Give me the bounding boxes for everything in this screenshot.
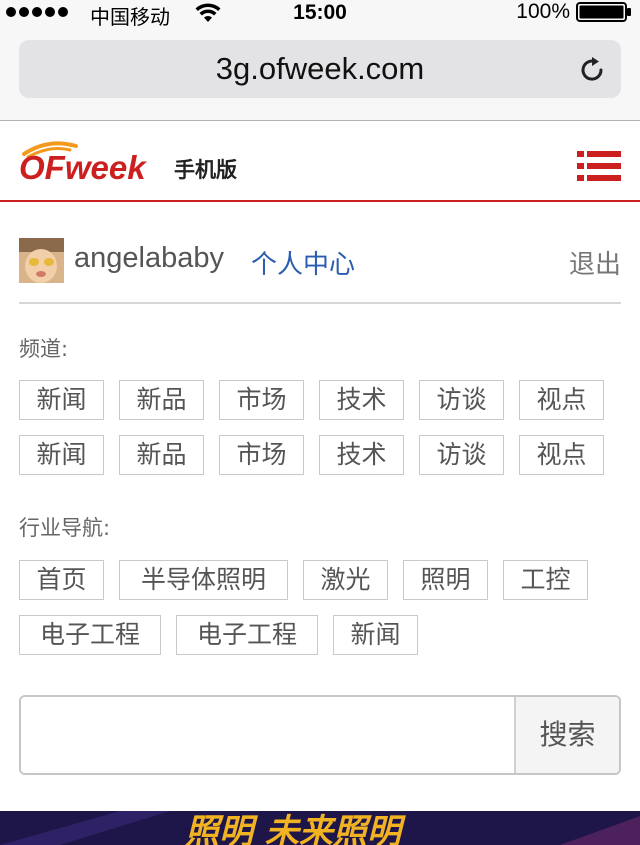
industry-tag[interactable]: 激光	[303, 560, 388, 600]
banner-graphic: 照明 未来照明	[0, 811, 640, 845]
promo-banner[interactable]: 照明 未来照明	[0, 811, 640, 845]
channel-tag[interactable]: 访谈	[419, 435, 504, 475]
profile-link[interactable]: 个人中心	[251, 244, 355, 281]
battery-percent: 100%	[516, 0, 570, 23]
channels-label: 频道:	[19, 337, 69, 361]
industry-tag[interactable]: 工控	[503, 560, 588, 600]
reload-icon[interactable]	[577, 55, 607, 85]
industry-tag[interactable]: 首页	[19, 560, 104, 600]
svg-text:OFweek: OFweek	[19, 149, 147, 184]
industry-tag[interactable]: 照明	[403, 560, 488, 600]
search-input[interactable]	[21, 697, 514, 773]
svg-text:照明 未来照明: 照明 未来照明	[185, 812, 407, 845]
channel-tag[interactable]: 市场	[219, 435, 304, 475]
browser-toolbar: 3g.ofweek.com	[0, 26, 640, 121]
industry-nav-label: 行业导航:	[19, 516, 111, 540]
battery-icon	[576, 2, 631, 22]
channel-tag[interactable]: 新闻	[19, 380, 104, 420]
search-button[interactable]: 搜索	[514, 697, 619, 773]
industry-tag[interactable]: 半导体照明	[119, 560, 288, 600]
username: angelababy	[74, 242, 224, 274]
url-text[interactable]: 3g.ofweek.com	[19, 40, 621, 98]
channel-tag[interactable]: 视点	[519, 435, 604, 475]
channel-tag[interactable]: 新品	[119, 435, 204, 475]
channel-tag[interactable]: 视点	[519, 380, 604, 420]
address-bar[interactable]: 3g.ofweek.com	[19, 40, 621, 98]
status-bar: 中国移动 15:00 100%	[0, 0, 640, 29]
channel-tag[interactable]: 访谈	[419, 380, 504, 420]
channel-tag[interactable]: 新闻	[19, 435, 104, 475]
industry-tag[interactable]: 电子工程	[176, 615, 318, 655]
menu-icon[interactable]	[577, 151, 621, 181]
channel-tag[interactable]: 技术	[319, 435, 404, 475]
ofweek-logo[interactable]: OFweek	[18, 134, 168, 184]
user-info-row: angelababy 个人中心 退出	[19, 236, 621, 304]
search-form: 搜索	[19, 695, 621, 775]
industry-tag[interactable]: 电子工程	[19, 615, 161, 655]
channel-tag[interactable]: 技术	[319, 380, 404, 420]
logo-subtitle: 手机版	[174, 158, 237, 182]
industry-tag[interactable]: 新闻	[333, 615, 418, 655]
avatar[interactable]	[19, 238, 64, 283]
channel-tag[interactable]: 新品	[119, 380, 204, 420]
site-header: OFweek 手机版	[0, 121, 640, 202]
channel-tag[interactable]: 市场	[219, 380, 304, 420]
logout-link[interactable]: 退出	[569, 244, 621, 281]
